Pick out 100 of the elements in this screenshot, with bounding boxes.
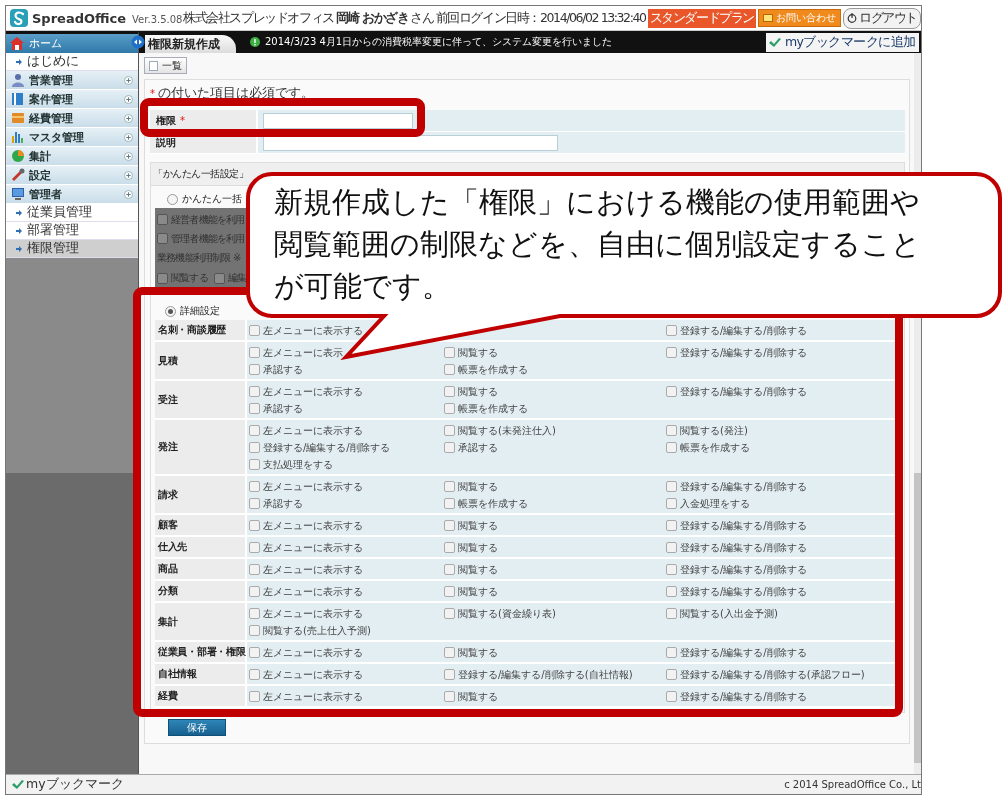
checkbox[interactable] (444, 647, 455, 658)
checkbox[interactable] (249, 647, 260, 658)
checkbox[interactable] (249, 691, 260, 702)
honorific: さん (410, 9, 434, 27)
checkbox[interactable] (444, 691, 455, 702)
permission-name-field[interactable] (263, 112, 413, 129)
checkbox[interactable] (249, 625, 260, 636)
checkbox[interactable] (249, 325, 260, 336)
checkbox[interactable] (444, 364, 455, 375)
checkbox[interactable] (213, 272, 225, 284)
checkbox[interactable] (249, 564, 260, 575)
checkbox[interactable] (444, 386, 455, 397)
checkbox[interactable] (444, 403, 455, 414)
radio-button[interactable] (167, 193, 178, 205)
checkbox[interactable] (444, 498, 455, 509)
list-icon (149, 60, 158, 71)
checkbox[interactable] (666, 542, 677, 553)
power-icon (847, 13, 857, 23)
checkbox[interactable] (444, 481, 455, 492)
page-tab[interactable]: 権限新規作成 (145, 35, 236, 53)
checkbox[interactable] (157, 272, 168, 284)
checkbox[interactable] (249, 459, 260, 470)
checkbox[interactable] (249, 586, 260, 597)
news-text: 2014/3/23 4月1日からの消費税率変更に伴って、システム変更を行いました (265, 35, 614, 49)
logo-icon (10, 9, 28, 27)
checkbox[interactable] (444, 669, 455, 680)
checkbox[interactable] (666, 691, 677, 702)
sidebar-group[interactable]: 設定 (6, 166, 138, 185)
bookmark-link[interactable]: myブックマークに追加 (765, 32, 919, 52)
checkbox[interactable] (157, 214, 168, 225)
field-label: 権限 (156, 113, 176, 128)
sidebar-group[interactable]: 経費管理 (6, 109, 138, 128)
checkbox[interactable] (444, 608, 455, 619)
checkbox[interactable] (249, 403, 260, 414)
checkbox[interactable] (666, 647, 677, 658)
sidebar-item[interactable]: 部署管理 (6, 222, 138, 240)
sidebar-group-label: 経費管理 (29, 110, 74, 126)
checkbox[interactable] (666, 669, 677, 680)
scrollbar-thumb[interactable] (914, 473, 921, 763)
sidebar-item[interactable]: 権限管理 (6, 240, 138, 258)
checkbox-label: 登録する/編集する/削除する (680, 323, 807, 338)
save-button[interactable]: 保存 (168, 719, 226, 736)
checkbox[interactable] (444, 347, 455, 358)
checkbox-label: 閲覧する (458, 645, 498, 660)
checkbox[interactable] (249, 498, 260, 509)
sidebar-item[interactable]: はじめに (6, 53, 138, 71)
sidebar-item[interactable]: 従業員管理 (6, 204, 138, 222)
checkbox-label: 左メニューに表示する (263, 518, 363, 533)
checkbox[interactable] (249, 386, 260, 397)
checkbox[interactable] (249, 442, 260, 453)
sidebar-group[interactable]: マスタ管理 (6, 128, 138, 147)
field-label: 説明 (156, 135, 176, 150)
checkbox[interactable] (249, 425, 260, 436)
checkbox[interactable] (666, 608, 677, 619)
sidebar-group[interactable]: 集計 (6, 147, 138, 166)
checkbox[interactable] (666, 442, 677, 453)
checkbox[interactable] (249, 542, 260, 553)
bookmark-link[interactable]: myブックマーク (12, 776, 124, 793)
checkbox-label: 入金処理をする (680, 496, 750, 511)
checkbox[interactable] (666, 520, 677, 531)
checkbox[interactable] (444, 564, 455, 575)
logout-button[interactable]: ログアウト (843, 7, 921, 29)
checkbox[interactable] (249, 364, 260, 375)
copyright: c 2014 SpreadOffice Co., Lt (784, 779, 921, 790)
monitor-icon (11, 187, 25, 201)
checkbox-label: 閲覧する (458, 562, 498, 577)
checkbox-label: 承認する (263, 401, 303, 416)
home-menu-item[interactable]: ホーム (6, 34, 138, 53)
radio-button[interactable] (165, 305, 176, 317)
checkbox-label: 閲覧する (458, 479, 498, 494)
checkbox[interactable] (444, 442, 455, 453)
checkbox[interactable] (666, 586, 677, 597)
checkbox[interactable] (666, 325, 677, 336)
checkbox[interactable] (666, 564, 677, 575)
checkbox[interactable] (249, 669, 260, 680)
checkbox-label: 登録する/編集する/削除する (680, 540, 807, 555)
checkbox-label: 支払処理をする (263, 457, 333, 472)
checkbox[interactable] (666, 498, 677, 509)
row-header: 自社情報 (158, 667, 197, 681)
checkbox[interactable] (249, 520, 260, 531)
checkbox[interactable] (249, 481, 260, 492)
checkbox[interactable] (249, 608, 260, 619)
checkbox-label: 登録する/編集する/削除する (680, 384, 807, 399)
sidebar-item-label: 部署管理 (27, 222, 79, 239)
sidebar-group-label: 集計 (29, 148, 52, 164)
checkbox[interactable] (666, 347, 677, 358)
checkbox[interactable] (444, 520, 455, 531)
checkbox[interactable] (444, 586, 455, 597)
checkbox[interactable] (666, 386, 677, 397)
checkbox[interactable] (249, 347, 260, 358)
sidebar-group[interactable]: 案件管理 (6, 90, 138, 109)
checkbox[interactable] (666, 425, 677, 436)
checkbox[interactable] (444, 425, 455, 436)
sidebar-group[interactable]: 営業管理 (6, 71, 138, 90)
checkbox[interactable] (444, 542, 455, 553)
sidebar-group[interactable]: 管理者 (6, 185, 138, 204)
checkbox[interactable] (157, 233, 168, 244)
checkbox[interactable] (666, 481, 677, 492)
list-button[interactable]: 一覧 (144, 57, 187, 74)
sidebar-item-label: はじめに (27, 53, 79, 70)
